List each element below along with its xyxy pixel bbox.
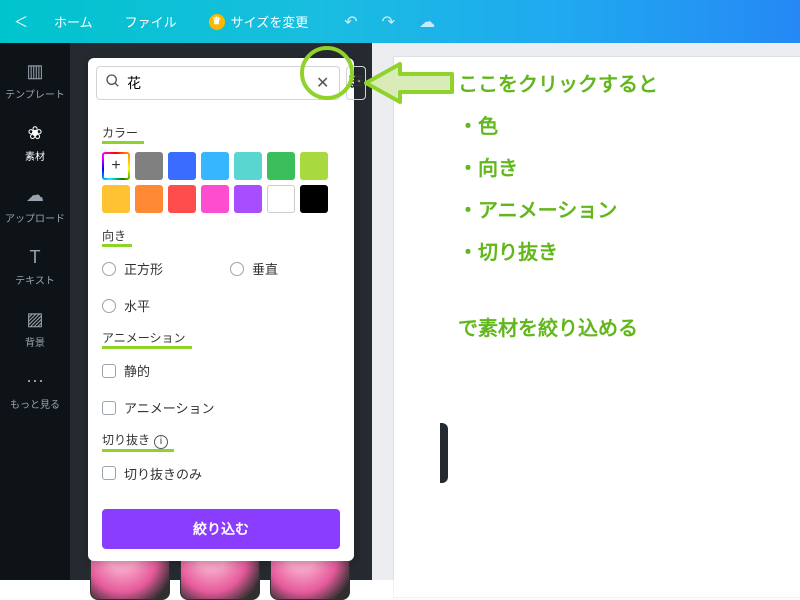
checkbox-icon [102,401,116,415]
background-icon: ▨ [0,309,70,330]
text-icon: T [0,247,70,268]
color-swatch[interactable] [201,152,229,180]
opt-label: アニメーション [124,398,214,417]
color-swatch[interactable] [168,185,196,213]
left-sidebar: ▥ テンプレート ❀ 素材 ☁ アップロード T テキスト ▨ 背景 ⋯ もっと… [0,43,70,580]
section-orientation-label: 向き [102,227,126,247]
clear-icon[interactable]: ✕ [314,73,331,93]
toolbar-actions: ↶ ↷ ☁ [344,12,435,32]
apply-label: 絞り込む [193,519,249,539]
sidebar-item-label: もっと見る [10,400,60,411]
annot-line: ・色 [458,106,658,148]
radio-icon [230,262,244,276]
sidebar-item-uploads[interactable]: ☁ アップロード [0,175,70,237]
color-swatch[interactable] [201,185,229,213]
color-swatch[interactable] [135,152,163,180]
checkbox-icon [102,466,116,480]
color-swatch[interactable] [135,185,163,213]
back-chevron-icon[interactable]: ＜ [0,12,38,32]
checkbox-icon [102,364,116,378]
opt-label: 静的 [124,361,150,380]
color-swatch[interactable] [234,185,262,213]
info-icon[interactable]: i [154,435,168,449]
opt-label: 水平 [124,296,150,315]
section-animation-label: アニメーション [102,329,186,349]
annot-line: ・切り抜き [458,232,658,274]
home-label: ホーム [54,12,93,31]
sidebar-item-text[interactable]: T テキスト [0,237,70,299]
animation-static-option[interactable]: 静的 [102,361,192,380]
opt-label: 垂直 [252,259,278,278]
top-bar: ＜ ホーム ファイル ♛ サイズを変更 ↶ ↷ ☁ [0,0,800,43]
color-swatch[interactable] [102,185,130,213]
color-swatch[interactable] [234,152,262,180]
animation-animated-option[interactable]: アニメーション [102,398,214,417]
sidebar-item-elements[interactable]: ❀ 素材 [0,113,70,175]
more-icon: ⋯ [0,371,70,392]
section-color-label: カラー [102,124,138,144]
sidebar-item-label: 背景 [25,338,45,349]
radio-icon [102,262,116,276]
search-row: ✕ [88,58,354,106]
color-swatch[interactable] [168,152,196,180]
sidebar-item-label: 素材 [25,152,45,163]
resize-label: サイズを変更 [231,12,309,31]
color-swatches: + [102,152,340,213]
file-label: ファイル [125,12,177,31]
color-swatch[interactable] [300,152,328,180]
filter-panel: ✕ カラー + 向き 正方形 垂直 水平 アニメーション 静的 アニメーション … [88,58,354,561]
sidebar-item-label: アップロード [5,214,65,225]
sliders-icon [347,72,365,95]
annot-line: で素材を絞り込める [458,308,658,350]
opt-label: 正方形 [124,259,163,278]
orientation-square-option[interactable]: 正方形 [102,259,192,278]
search-icon [105,73,121,94]
cloud-sync-icon[interactable]: ☁ [419,12,435,32]
sidebar-item-background[interactable]: ▨ 背景 [0,299,70,361]
file-menu[interactable]: ファイル [109,12,193,31]
sidebar-item-label: テンプレート [5,90,65,101]
section-cutout-label: 切り抜きi [102,431,168,452]
resize-button[interactable]: ♛ サイズを変更 [193,12,325,31]
search-input[interactable] [127,75,308,91]
annotation-text: ここをクリックすると ・色 ・向き ・アニメーション ・切り抜き で素材を絞り込… [458,64,658,350]
opt-label: 切り抜きのみ [124,464,202,483]
color-swatch[interactable] [267,152,295,180]
panel-collapse-handle[interactable] [440,423,448,483]
elements-icon: ❀ [0,123,70,144]
orientation-horizontal-option[interactable]: 水平 [102,296,192,315]
color-swatch[interactable] [267,185,295,213]
home-button[interactable]: ホーム [38,12,109,31]
sidebar-item-templates[interactable]: ▥ テンプレート [0,51,70,113]
sidebar-item-label: テキスト [15,276,55,287]
undo-icon[interactable]: ↶ [344,12,357,32]
cutout-only-option[interactable]: 切り抜きのみ [102,464,202,483]
crown-icon: ♛ [209,14,225,30]
annot-line: ・アニメーション [458,190,658,232]
color-swatch[interactable] [300,185,328,213]
apply-filter-button[interactable]: 絞り込む [102,509,340,549]
annotation-arrow-icon [364,58,454,108]
annot-line: ・向き [458,148,658,190]
redo-icon[interactable]: ↷ [382,12,395,32]
filter-body: カラー + 向き 正方形 垂直 水平 アニメーション 静的 アニメーション 切り… [88,106,354,497]
templates-icon: ▥ [0,61,70,82]
search-input-wrap: ✕ [96,66,340,100]
sidebar-item-more[interactable]: ⋯ もっと見る [0,361,70,423]
uploads-icon: ☁ [0,185,70,206]
add-color-button[interactable]: + [102,152,130,180]
annot-line: ここをクリックすると [458,64,658,106]
radio-icon [102,299,116,313]
orientation-vertical-option[interactable]: 垂直 [230,259,320,278]
